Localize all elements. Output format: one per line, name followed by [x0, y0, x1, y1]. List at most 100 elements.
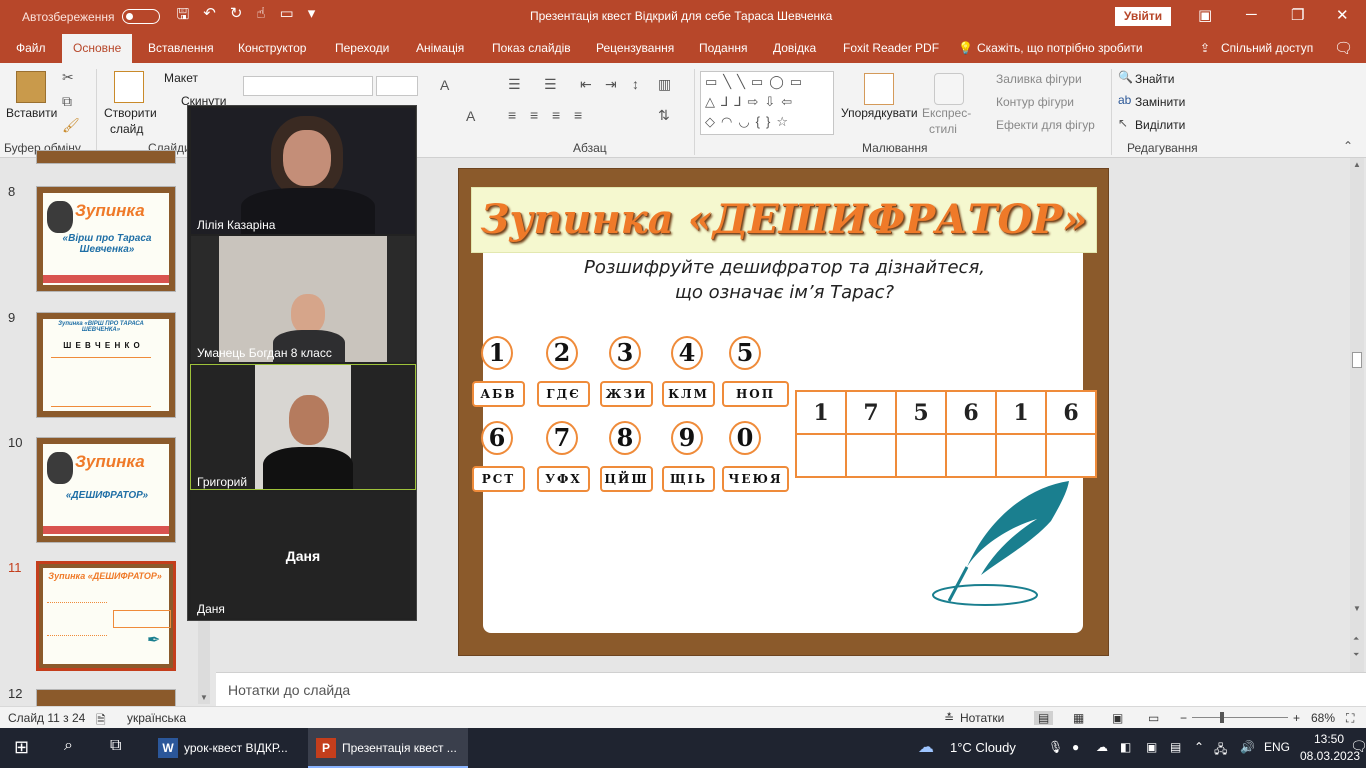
tab-help[interactable]: Довідка — [773, 41, 816, 55]
tab-home[interactable]: Основне — [62, 34, 133, 63]
font-size-up-icon[interactable]: A — [440, 77, 449, 93]
zoom-in-icon[interactable]: + — [1293, 711, 1300, 725]
undo-icon[interactable]: ↶ — [203, 4, 216, 29]
slideshow-icon[interactable]: ▭ — [1148, 711, 1159, 725]
quick-styles-line1[interactable]: Експрес- — [922, 106, 971, 120]
replace-button[interactable]: Замінити — [1135, 95, 1185, 109]
comments-icon[interactable]: 🗨 — [1334, 39, 1353, 57]
text-direction-icon[interactable]: ⇅ — [658, 107, 670, 124]
shape-outline-button[interactable]: Контур фігури — [996, 95, 1074, 109]
columns-icon[interactable]: ▥ — [658, 76, 671, 93]
fit-slide-icon[interactable]: ⛶ — [1346, 711, 1354, 726]
tab-transitions[interactable]: Переходи — [335, 41, 389, 55]
task-view-icon[interactable]: ⧉ — [110, 737, 121, 755]
find-icon[interactable]: 🔍 — [1118, 70, 1133, 84]
slide-sorter-icon[interactable]: ▦ — [1073, 711, 1084, 725]
search-icon[interactable]: ⌕ — [64, 737, 73, 755]
shape-fill-button[interactable]: Заливка фігури — [996, 72, 1082, 86]
scroll-thumb[interactable] — [1352, 352, 1362, 368]
tab-insert[interactable]: Вставлення — [148, 41, 214, 55]
copy-icon[interactable]: ⧉ — [62, 93, 72, 110]
video-call-panel[interactable]: Лілія Казаріна Уманець Богдан 8 класс Гр… — [187, 105, 417, 621]
shape-effects-button[interactable]: Ефекти для фігур — [996, 118, 1095, 132]
windows-start-icon[interactable]: ⊞ — [14, 737, 29, 758]
taskbar-app-powerpoint[interactable]: P Презентація квест ... — [308, 728, 468, 768]
share-icon[interactable]: ⇪ — [1200, 41, 1210, 55]
network-icon[interactable]: 🖧 — [1214, 740, 1227, 761]
tab-foxit[interactable]: Foxit Reader PDF — [843, 41, 939, 55]
zoom-slider-thumb[interactable] — [1220, 712, 1224, 723]
align-right-icon[interactable]: ≡ — [552, 107, 560, 123]
scroll-down-icon[interactable]: ▼ — [200, 693, 208, 702]
slide-thumbnail-8[interactable]: Зупинка «Вірш про Тараса Шевченка» — [36, 186, 176, 292]
increase-indent-icon[interactable]: ⇥ — [605, 76, 617, 93]
tray-icon[interactable]: ⌃ — [1194, 740, 1204, 754]
tab-file[interactable]: Файл — [16, 41, 46, 55]
slide-scrollbar[interactable]: ▲ ▼ ⏶ ⏷ — [1350, 158, 1364, 672]
zoom-level[interactable]: 68% — [1311, 711, 1335, 725]
slide-thumbnail-9[interactable]: Зупинка «ВІРШ ПРО ТАРАСА ШЕВЧЕНКА» Ш Е В… — [36, 312, 176, 418]
tray-icon[interactable]: ▣ — [1146, 740, 1157, 754]
shapes-gallery[interactable]: ▭╲╲▭◯▭ △⅃⅃⇨⇩⇦ ◇◠◡{}☆ — [700, 71, 834, 135]
weather-text[interactable]: 1°C Cloudy — [950, 740, 1016, 755]
present-icon[interactable]: ▭ — [280, 4, 294, 29]
participant-video[interactable]: Даня Даня — [191, 492, 415, 618]
align-center-icon[interactable]: ≡ — [530, 107, 538, 123]
quick-styles-icon[interactable] — [934, 73, 964, 105]
collapse-ribbon-icon[interactable]: ⌃ — [1343, 139, 1353, 153]
language-indicator[interactable]: українська — [127, 711, 186, 725]
font-color-icon[interactable]: A — [466, 108, 475, 124]
tab-design[interactable]: Конструктор — [238, 41, 306, 55]
align-left-icon[interactable]: ≡ — [508, 107, 516, 123]
current-slide[interactable]: Зупинка «ДЕШИФРАТОР» Розшифруйте дешифра… — [458, 168, 1109, 656]
sign-in-button[interactable]: Увійти — [1115, 7, 1171, 26]
tray-icon[interactable]: ◧ — [1120, 740, 1131, 754]
font-family-combo[interactable] — [243, 76, 373, 96]
touch-mode-icon[interactable]: ☝ — [256, 4, 265, 29]
select-icon[interactable]: ↖ — [1118, 116, 1128, 130]
decrease-indent-icon[interactable]: ⇤ — [580, 76, 592, 93]
customize-toolbar-icon[interactable]: ▾ — [308, 4, 316, 29]
zoom-tray-icon[interactable]: ● — [1072, 740, 1079, 754]
slide-thumbnail-10[interactable]: Зупинка «ДЕШИФРАТОР» — [36, 437, 176, 543]
notes-placeholder[interactable]: Нотатки до слайда — [228, 682, 350, 698]
maximize-icon[interactable]: ❐ — [1291, 6, 1304, 24]
zoom-out-icon[interactable]: − — [1180, 711, 1187, 725]
new-slide-button-line1[interactable]: Створити — [104, 106, 157, 120]
tab-view[interactable]: Подання — [699, 41, 747, 55]
next-slide-icon[interactable]: ⏷ — [1353, 650, 1359, 660]
tab-review[interactable]: Рецензування — [596, 41, 674, 55]
taskbar-app-word[interactable]: W урок-квест ВІДКР... — [150, 728, 304, 768]
quick-styles-line2[interactable]: стилі — [929, 122, 957, 136]
select-button[interactable]: Виділити — [1135, 118, 1185, 132]
reading-view-icon[interactable]: ▣ — [1112, 711, 1123, 725]
new-slide-button-line2[interactable]: слайд — [110, 122, 143, 136]
participant-video[interactable]: Уманець Богдан 8 класс — [191, 236, 415, 362]
autosave-toggle[interactable] — [122, 9, 161, 24]
scroll-up-icon[interactable]: ▲ — [1353, 160, 1361, 169]
notes-pane[interactable]: Нотатки до слайда — [216, 672, 1366, 706]
arrange-button[interactable]: Упорядкувати — [841, 106, 918, 120]
tab-slideshow[interactable]: Показ слайдів — [492, 41, 571, 55]
notes-icon[interactable]: ≛ — [944, 711, 954, 725]
tab-animation[interactable]: Анімація — [416, 41, 464, 55]
paste-button[interactable]: Вставити — [6, 106, 57, 120]
paste-icon[interactable] — [16, 71, 46, 103]
replace-icon[interactable]: ab — [1118, 93, 1131, 107]
save-icon[interactable]: 🖫 — [176, 4, 189, 29]
minimize-icon[interactable]: ─ — [1246, 6, 1257, 23]
share-button[interactable]: Спільний доступ — [1221, 41, 1313, 55]
zoom-slider[interactable] — [1192, 717, 1288, 718]
slide-thumbnail-11[interactable]: Зупинка «ДЕШИФРАТОР» ✒ — [36, 561, 176, 671]
find-button[interactable]: Знайти — [1135, 72, 1174, 86]
bullets-icon[interactable]: ☰ — [508, 76, 521, 93]
scroll-down-icon[interactable]: ▼ — [1353, 604, 1361, 613]
previous-slide-icon[interactable]: ⏶ — [1353, 634, 1359, 644]
microphone-icon[interactable]: 🎙 — [1048, 740, 1063, 754]
arrange-icon[interactable] — [864, 73, 894, 105]
notes-toggle[interactable]: Нотатки — [960, 711, 1004, 725]
slide-thumbnail-7[interactable] — [36, 150, 176, 164]
redo-icon[interactable]: ↻ — [230, 4, 243, 29]
tell-me-search[interactable]: Скажіть, що потрібно зробити — [977, 41, 1143, 55]
font-size-combo[interactable] — [376, 76, 418, 96]
